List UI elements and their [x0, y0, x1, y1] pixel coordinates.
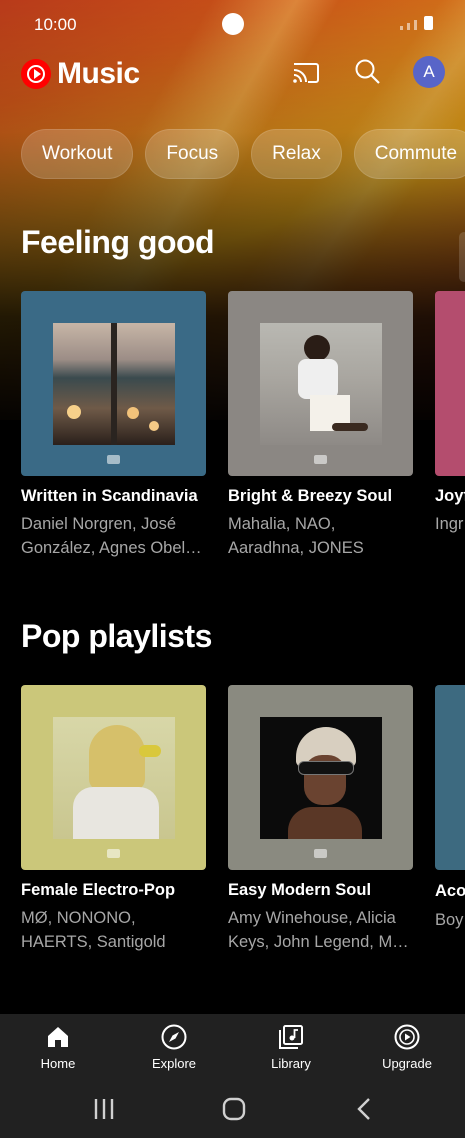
signal-bar-icon	[407, 23, 410, 30]
playlist-card[interactable]: Written in Scandinavia Daniel Norgren, J…	[21, 291, 206, 560]
compass-icon	[161, 1024, 187, 1050]
nav-explore[interactable]: Explore	[134, 1024, 214, 1071]
playlist-card[interactable]: Joyf Ingr Kati	[435, 291, 465, 560]
chip-commute[interactable]: Commute	[353, 129, 465, 179]
playlist-card[interactable]: Female Electro-Pop MØ, NONONO, HAERTS, S…	[21, 685, 206, 954]
playlist-thumbnail	[435, 685, 465, 870]
status-bar: 10:00	[0, 0, 465, 50]
playlist-thumbnail	[228, 291, 413, 476]
bottom-navigation: Home Explore Library Upgrade	[0, 1014, 465, 1080]
playlist-artists: Boy Slee	[435, 911, 465, 929]
youtube-mini-icon	[314, 849, 327, 858]
search-icon[interactable]	[352, 56, 384, 88]
status-time: 10:00	[34, 15, 77, 34]
chip-workout[interactable]: Workout	[21, 129, 134, 179]
playlist-cover-art	[53, 323, 175, 445]
avatar[interactable]: A	[413, 56, 445, 88]
playlist-title: Joyf	[435, 487, 465, 505]
front-camera	[222, 13, 244, 35]
library-icon	[279, 1025, 303, 1049]
battery-icon	[424, 16, 433, 30]
nav-upgrade-label: Upgrade	[382, 1056, 432, 1071]
playlist-card[interactable]: Aco Love Boy Slee	[435, 685, 465, 956]
playlist-thumbnail	[21, 291, 206, 476]
section-title-feeling-good: Feeling good	[21, 224, 215, 260]
app-bar: Music A	[0, 52, 465, 96]
playlist-artists: Ingr Kati	[435, 515, 465, 533]
avatar-initial: A	[423, 62, 435, 81]
playlist-artists: MØ, NONONO, HAERTS, Santigold	[21, 909, 166, 951]
signal-bar-icon	[414, 20, 417, 30]
nav-library[interactable]: Library	[251, 1024, 331, 1071]
playlist-cover-art	[260, 717, 382, 839]
playlist-artists: Mahalia, NAO, Aaradhna, JONES	[228, 515, 364, 557]
nav-library-label: Library	[271, 1056, 311, 1071]
section-title-pop-playlists: Pop playlists	[21, 618, 212, 654]
playlist-thumbnail	[435, 291, 465, 476]
playlist-title: Aco Love	[435, 882, 465, 900]
pop-playlists-carousel[interactable]: Female Electro-Pop MØ, NONONO, HAERTS, S…	[21, 685, 465, 975]
youtube-music-logo-icon	[21, 59, 51, 89]
nav-home[interactable]: Home	[18, 1024, 98, 1071]
home-button-icon[interactable]	[214, 1094, 254, 1124]
playlist-artists: Daniel Norgren, José González, Agnes Obe…	[21, 515, 202, 557]
signal-bar-icon	[400, 26, 403, 30]
nav-home-label: Home	[40, 1056, 76, 1071]
home-icon	[48, 1027, 68, 1047]
playlist-cover-art	[260, 323, 382, 445]
recent-apps-icon[interactable]	[84, 1094, 124, 1124]
feeling-good-carousel[interactable]: Written in Scandinavia Daniel Norgren, J…	[21, 291, 465, 581]
playlist-card[interactable]: Bright & Breezy Soul Mahalia, NAO, Aarad…	[228, 291, 413, 560]
playlist-title: Female Electro-Pop	[21, 881, 176, 899]
status-icons	[400, 16, 433, 30]
nav-upgrade[interactable]: Upgrade	[367, 1024, 447, 1071]
mood-chips: Workout Focus Relax Commute	[21, 129, 465, 179]
playlist-artists: Amy Winehouse, Alicia Keys, John Legend,…	[228, 909, 409, 951]
chip-relax[interactable]: Relax	[251, 129, 342, 179]
youtube-mini-icon	[314, 455, 327, 464]
app-logo[interactable]: Music	[21, 57, 140, 91]
youtube-mini-icon	[107, 849, 120, 858]
youtube-mini-icon	[107, 455, 120, 464]
chip-focus[interactable]: Focus	[145, 129, 240, 179]
playlist-cover-art	[53, 717, 175, 839]
system-navigation-bar	[0, 1080, 465, 1138]
upgrade-icon	[394, 1024, 420, 1050]
playlist-title: Bright & Breezy Soul	[228, 487, 393, 505]
app-logo-text: Music	[57, 57, 140, 90]
playlist-card[interactable]: Easy Modern Soul Amy Winehouse, Alicia K…	[228, 685, 413, 954]
back-icon[interactable]	[345, 1094, 385, 1124]
nav-explore-label: Explore	[151, 1056, 197, 1071]
playlist-thumbnail	[228, 685, 413, 870]
cast-icon[interactable]	[290, 56, 322, 88]
playlist-thumbnail	[21, 685, 206, 870]
scroll-hint	[459, 232, 465, 282]
playlist-title: Easy Modern Soul	[228, 881, 372, 899]
playlist-title: Written in Scandinavia	[21, 487, 198, 505]
